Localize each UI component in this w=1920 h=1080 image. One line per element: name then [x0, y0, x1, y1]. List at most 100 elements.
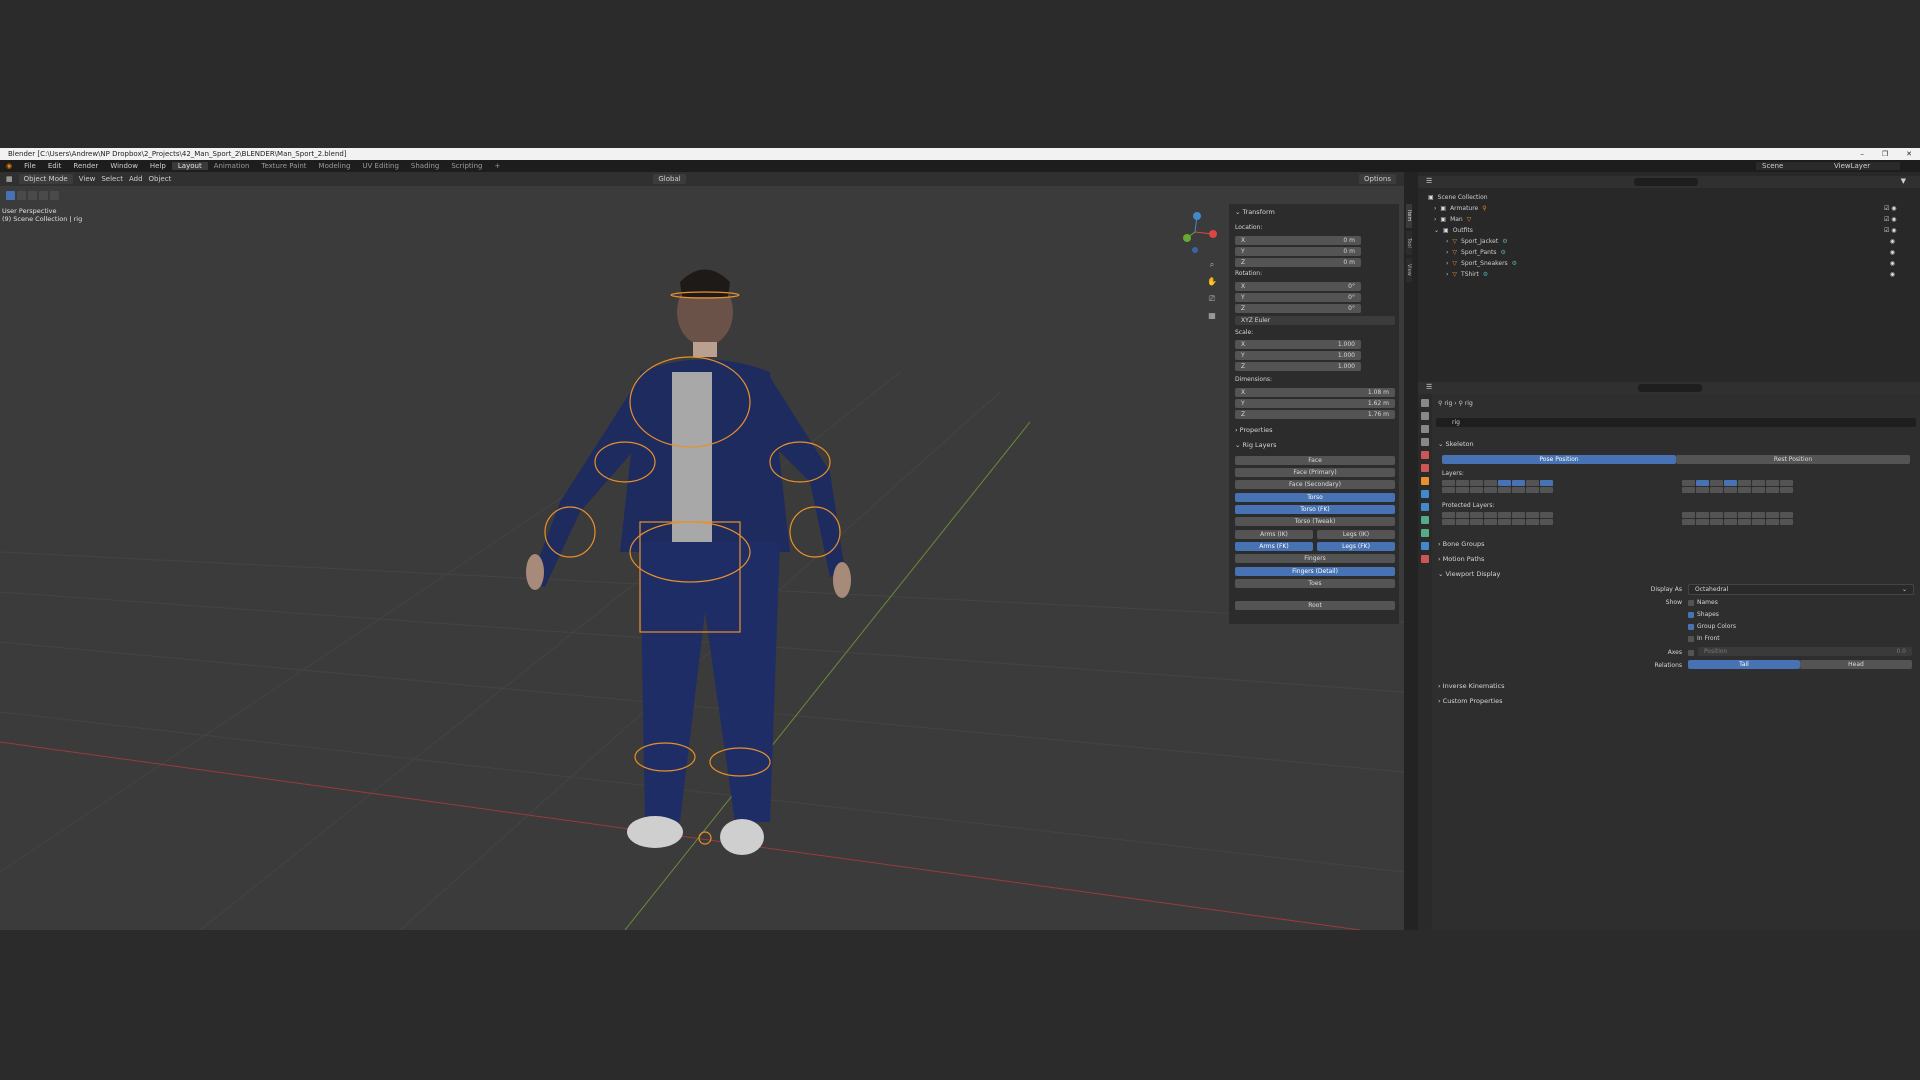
relations-head-button[interactable]: Head: [1800, 660, 1912, 669]
expand-icon[interactable]: ›: [1446, 249, 1448, 256]
visibility-toggle-icon[interactable]: ☑ ◉: [1884, 203, 1914, 214]
grid-toggle-icon[interactable]: ▦: [1206, 307, 1218, 324]
visibility-toggle-icon[interactable]: ◉: [1884, 247, 1914, 258]
bone-layers-grid[interactable]: [1442, 480, 1912, 500]
rotation-mode-dropdown[interactable]: XYZ Euler: [1235, 316, 1395, 325]
minimize-button[interactable]: –: [1860, 148, 1864, 160]
view-layer-tab-icon[interactable]: [1421, 438, 1429, 446]
rig-layer-face[interactable]: Face: [1235, 456, 1395, 465]
rig-layer-toes[interactable]: Toes: [1235, 579, 1395, 588]
camera-icon[interactable]: ⎚: [1206, 290, 1218, 307]
display-as-dropdown[interactable]: Octahedral ⌄: [1688, 584, 1914, 595]
rig-layer-legs-fk[interactable]: Legs (FK): [1317, 542, 1395, 551]
properties-editor-icon[interactable]: ☰: [1426, 383, 1432, 391]
tab-modeling[interactable]: Modeling: [313, 162, 357, 170]
viewport-display-header[interactable]: ⌄ Viewport Display: [1438, 570, 1500, 578]
zoom-icon[interactable]: ⌕: [1206, 256, 1218, 273]
menu-file[interactable]: File: [18, 162, 42, 170]
expand-icon[interactable]: ›: [1446, 238, 1448, 245]
rest-position-button[interactable]: Rest Position: [1676, 455, 1910, 464]
blender-logo-icon[interactable]: ◉: [0, 162, 18, 170]
pan-hand-icon[interactable]: ✋: [1206, 273, 1218, 290]
menu-window[interactable]: Window: [104, 162, 144, 170]
motion-paths-header[interactable]: › Motion Paths: [1438, 555, 1484, 563]
scale-x-field[interactable]: X 1.000: [1235, 340, 1361, 349]
tab-item[interactable]: Item: [1406, 204, 1412, 228]
expand-icon[interactable]: ›: [1446, 260, 1448, 267]
view-layer-selector[interactable]: ViewLayer: [1828, 162, 1900, 170]
outliner-search-input[interactable]: [1634, 178, 1698, 186]
location-x-field[interactable]: X0 m: [1235, 236, 1361, 245]
tab-uv-editing[interactable]: UV Editing: [356, 162, 405, 170]
rotation-z-field[interactable]: Z 0°: [1235, 304, 1361, 313]
constraint-tab-icon[interactable]: [1421, 516, 1429, 524]
maximize-button[interactable]: ❐: [1882, 148, 1888, 160]
show-shapes-checkbox[interactable]: Shapes: [1688, 611, 1719, 618]
outliner-editor-icon[interactable]: ☰: [1426, 177, 1432, 185]
rig-layers-header[interactable]: ⌄ Rig Layers: [1235, 441, 1277, 449]
filter-icon[interactable]: ▼: [1901, 177, 1906, 185]
rotation-x-field[interactable]: X 0°: [1235, 282, 1361, 291]
object-menu[interactable]: Object: [149, 175, 172, 183]
tool-tab-icon[interactable]: [1421, 399, 1429, 407]
location-z-field[interactable]: Z0 m: [1235, 258, 1361, 267]
tab-shading[interactable]: Shading: [405, 162, 445, 170]
outliner-row-sport-sneakers[interactable]: › ▽ Sport_Sneakers ⚙: [1446, 258, 1920, 268]
visibility-toggle-icon[interactable]: ☑ ◉: [1884, 214, 1914, 225]
visibility-toggle-icon[interactable]: ◉: [1884, 269, 1914, 280]
world-tab-icon[interactable]: [1421, 464, 1429, 472]
custom-properties-header[interactable]: › Custom Properties: [1438, 697, 1503, 705]
select-invert-icon[interactable]: [39, 190, 48, 200]
tab-texture-paint[interactable]: Texture Paint: [255, 162, 312, 170]
scene-tab-icon[interactable]: [1421, 451, 1429, 459]
physics-tab-icon[interactable]: [1421, 503, 1429, 511]
collapse-icon[interactable]: ⌄: [1434, 227, 1439, 234]
transform-header[interactable]: ⌄ Transform: [1235, 208, 1275, 216]
rig-layer-root[interactable]: Root: [1235, 601, 1395, 610]
axes-checkbox[interactable]: [1688, 649, 1697, 656]
menu-help[interactable]: Help: [144, 162, 172, 170]
axes-position-field[interactable]: Position 0.0: [1698, 647, 1912, 656]
pose-position-button[interactable]: Pose Position: [1442, 455, 1676, 464]
visibility-toggle-icon[interactable]: ◉: [1884, 258, 1914, 269]
select-box-icon[interactable]: [6, 190, 15, 200]
relations-tail-button[interactable]: Tail: [1688, 660, 1800, 669]
rig-layer-fingers[interactable]: Fingers: [1235, 554, 1395, 563]
3d-viewport[interactable]: [0, 172, 1404, 930]
texture-tab-icon[interactable]: [1421, 555, 1429, 563]
rig-layer-arms-ik[interactable]: Arms (IK): [1235, 530, 1313, 539]
mode-dropdown[interactable]: Object Mode: [18, 174, 73, 184]
add-menu[interactable]: Add: [129, 175, 143, 183]
rig-layer-torso-fk[interactable]: Torso (FK): [1235, 505, 1395, 514]
tab-scripting[interactable]: Scripting: [445, 162, 488, 170]
scale-z-field[interactable]: Z 1.000: [1235, 362, 1361, 371]
menu-edit[interactable]: Edit: [42, 162, 68, 170]
bone-tab-icon[interactable]: [1421, 542, 1429, 550]
select-subtract-icon[interactable]: [28, 190, 37, 200]
object-tab-icon[interactable]: [1421, 477, 1429, 485]
expand-icon[interactable]: ›: [1446, 271, 1448, 278]
rig-layer-face-primary[interactable]: Face (Primary): [1235, 468, 1395, 477]
view-menu[interactable]: View: [79, 175, 96, 183]
tab-layout[interactable]: Layout: [171, 162, 208, 170]
outliner-row-armature[interactable]: › ▣ Armature ⚲: [1434, 203, 1914, 213]
properties-search-input[interactable]: [1638, 384, 1702, 392]
location-y-field[interactable]: Y0 m: [1235, 247, 1361, 256]
skeleton-header[interactable]: ⌄ Skeleton: [1438, 440, 1474, 448]
dimensions-x-field[interactable]: X 1.08 m: [1235, 388, 1395, 397]
scale-y-field[interactable]: Y 1.000: [1235, 351, 1361, 360]
rig-layer-torso-tweak[interactable]: Torso (Tweak): [1235, 517, 1395, 526]
outliner-row-sport-pants[interactable]: › ▽ Sport_Pants ⚙: [1446, 247, 1920, 257]
modifier-tab-icon[interactable]: [1421, 490, 1429, 498]
outliner-row-outfits[interactable]: ⌄ ▣ Outfits: [1434, 225, 1914, 235]
menu-render[interactable]: Render: [67, 162, 104, 170]
rig-layer-fingers-detail[interactable]: Fingers (Detail): [1235, 567, 1395, 576]
rig-layer-arms-fk[interactable]: Arms (FK): [1235, 542, 1313, 551]
rig-layer-torso[interactable]: Torso: [1235, 493, 1395, 502]
armature-data-tab-icon[interactable]: [1421, 529, 1429, 537]
tab-view[interactable]: View: [1406, 258, 1412, 282]
render-tab-icon[interactable]: [1421, 412, 1429, 420]
visibility-toggle-icon[interactable]: ◉: [1884, 236, 1914, 247]
inverse-kinematics-header[interactable]: › Inverse Kinematics: [1438, 682, 1505, 690]
dimensions-y-field[interactable]: Y 1.62 m: [1235, 399, 1395, 408]
